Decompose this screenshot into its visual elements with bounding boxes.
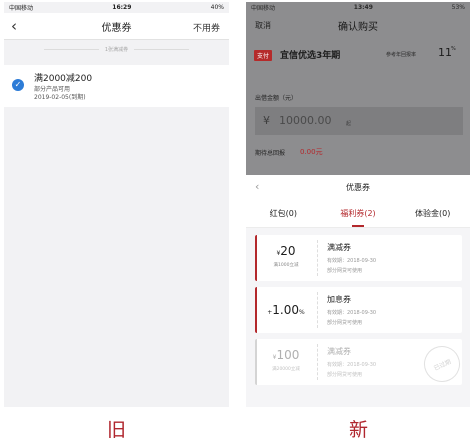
clock-label: 16:29	[112, 4, 132, 11]
coupon-expiry: 2019-02-05(到期)	[34, 94, 86, 101]
dimmed-purchase-page: 中国移动 13:49 53% 取消 确认购买 支付 宜信优选3年期 参考年回报率…	[246, 2, 470, 175]
coupon-value-group: +1.00%	[255, 303, 317, 317]
divider	[43, 48, 99, 50]
coupon-accent-bar	[255, 339, 257, 385]
no-coupon-button[interactable]: 不用券	[193, 21, 220, 34]
coupon-validity: 有效期：2018-09-30	[327, 310, 377, 316]
coupon-card[interactable]: ✓ 满2000减200 部分产品可用 2019-02-05(到期)	[4, 65, 229, 107]
divider	[317, 292, 318, 328]
coupon-validity: 有效期：2018-09-30	[327, 362, 377, 368]
coupon-title: 满2000减200	[34, 74, 93, 84]
amount-input[interactable]: ¥ 10000.00 起	[255, 107, 463, 135]
coupon-condition: 满20000立减	[272, 367, 300, 372]
old-caption: 旧	[107, 419, 127, 441]
coupon-sheet: ‹ 优惠券 红包(0) 福利券(2) 体验金(0) ¥20 满1000立减 满减…	[246, 175, 470, 407]
coupon-tabs: 红包(0) 福利券(2) 体验金(0)	[246, 200, 470, 228]
coupon-condition: 满1000立减	[273, 263, 299, 268]
page-title: 优惠券	[101, 22, 132, 34]
nav-bar: 取消 确认购买	[246, 13, 470, 38]
coupon-count-label: 1张满减券	[104, 46, 129, 53]
sheet-title: 优惠券	[346, 183, 370, 192]
expired-stamp: 已过期	[418, 340, 466, 388]
coupon-name: 满减券	[327, 347, 351, 356]
status-bar: 中国移动 13:49 53%	[246, 2, 470, 13]
coupon-value-group: ¥20	[255, 244, 317, 258]
carrier-label: 中国移动	[9, 5, 34, 12]
battery-label: 40%	[210, 4, 224, 11]
carrier-label: 中国移动	[251, 5, 276, 12]
coupon-card[interactable]: +1.00% 加息券 有效期：2018-09-30 部分网贷可使用	[255, 287, 462, 333]
total-return-value: 0.00元	[300, 148, 323, 156]
clock-label: 13:49	[353, 4, 373, 11]
new-coupon-screen: 中国移动 13:49 53% 取消 确认购买 支付 宜信优选3年期 参考年回报率…	[246, 2, 470, 407]
new-caption: 新	[349, 419, 369, 441]
product-row: 支付 宜信优选3年期 参考年回报率 11 %	[246, 38, 470, 72]
coupon-name: 加息券	[327, 295, 351, 304]
yield-value: 11	[438, 46, 452, 59]
back-chevron-icon[interactable]: ‹	[255, 180, 259, 193]
coupon-suffix: %	[299, 309, 305, 316]
comparison-root: 中国移动 16:29 40% ‹ 优惠券 不用券 1张满减券 ✓ 满2000减2…	[0, 0, 474, 445]
coupon-card[interactable]: ¥20 满1000立减 满减券 有效期：2018-09-30 部分网贷可使用	[255, 235, 462, 281]
sheet-header: ‹ 优惠券	[246, 175, 470, 200]
coupon-count-row: 1张满减券	[4, 40, 229, 58]
coupon-validity: 有效期：2018-09-30	[327, 258, 377, 264]
coupon-value: 20	[280, 244, 296, 258]
tab-welfare-coupon[interactable]: 福利券(2)	[321, 200, 396, 227]
amount-placeholder-suffix: 起	[346, 121, 352, 127]
amount-placeholder: 10000.00	[279, 114, 332, 127]
divider	[317, 240, 318, 276]
yield-label: 参考年回报率	[386, 52, 417, 58]
cancel-button[interactable]: 取消	[255, 20, 271, 31]
pay-badge: 支付	[254, 50, 273, 61]
divider	[134, 48, 190, 50]
total-return-label: 期待总回报	[255, 150, 286, 157]
amount-label: 出借金额（元）	[255, 95, 298, 102]
battery-label: 53%	[451, 4, 465, 11]
nav-bar: ‹ 优惠券 不用券	[4, 13, 229, 40]
coupon-card-expired: ¥100 满20000立减 满减券 有效期：2018-09-30 部分网贷可使用…	[255, 339, 466, 388]
coupon-value: 100	[276, 348, 300, 362]
product-name: 宜信优选3年期	[280, 51, 341, 61]
coupon-accent-bar	[255, 235, 257, 281]
divider	[317, 344, 318, 380]
tab-trial-fund[interactable]: 体验金(0)	[395, 200, 470, 227]
coupon-value-group: ¥100	[255, 348, 317, 362]
check-circle-icon[interactable]: ✓	[12, 79, 24, 91]
old-coupon-screen: 中国移动 16:29 40% ‹ 优惠券 不用券 1张满减券 ✓ 满2000减2…	[4, 2, 229, 407]
coupon-scope: 部分网贷可使用	[327, 372, 363, 378]
status-bar: 中国移动 16:29 40%	[4, 2, 229, 13]
page-title: 确认购买	[338, 22, 378, 33]
yield-unit: %	[451, 46, 456, 52]
coupon-scope: 部分网贷可使用	[327, 268, 363, 274]
currency-symbol: ¥	[263, 114, 270, 127]
coupon-value: 1.00	[272, 303, 300, 317]
tab-red-packet[interactable]: 红包(0)	[246, 200, 321, 227]
coupon-scope: 部分网贷可使用	[327, 320, 363, 326]
back-chevron-icon[interactable]: ‹	[11, 17, 17, 35]
coupon-name: 满减券	[327, 243, 351, 252]
